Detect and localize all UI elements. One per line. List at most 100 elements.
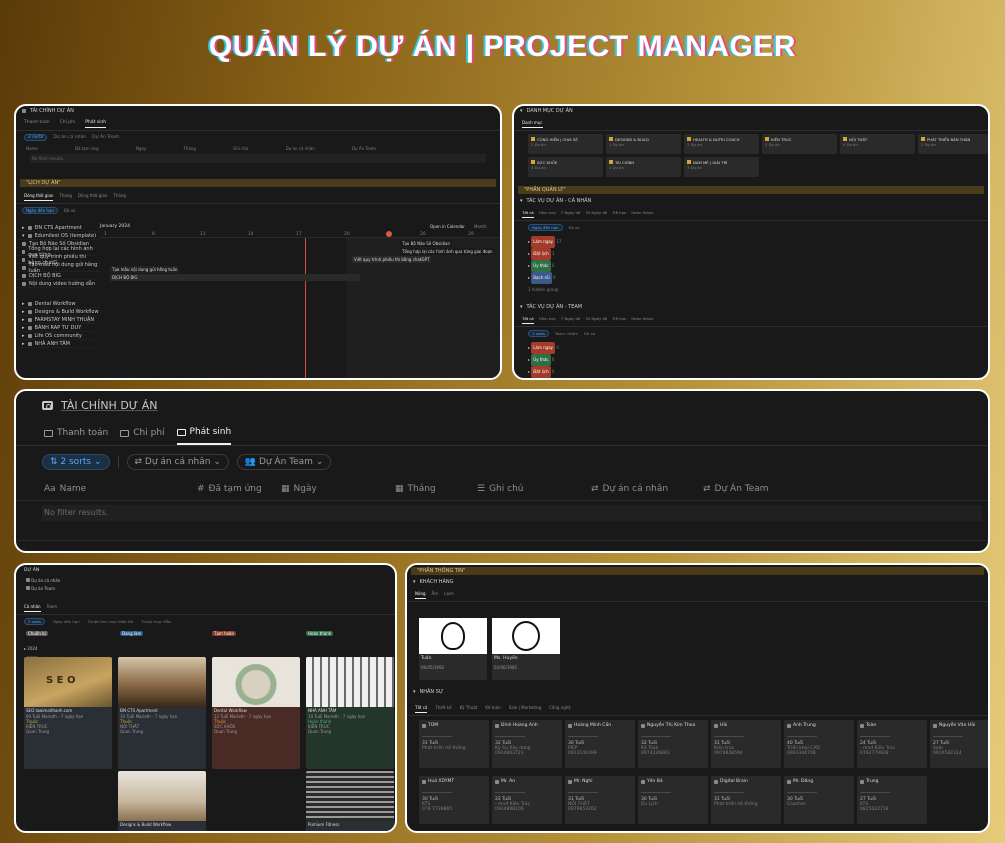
group-lam-ngay[interactable]: ▸ Làm ngay 17 (528, 236, 974, 248)
project-card[interactable]: NHÀ ANH TÂM 10 Tuổi Marieth - 7 ngày hạn… (306, 657, 394, 769)
category-card[interactable]: HEALTH & NUTRI COACH 2 Dự án (684, 134, 759, 154)
category-card[interactable]: DESIGNS & BUILD 1 Dự án (606, 134, 681, 154)
template-filter[interactable]: Thuộc mục Mẫu (141, 619, 171, 624)
sort-chip[interactable]: ⇅ 2 sorts ⌄ (42, 454, 110, 470)
tab-all[interactable]: Tất cả (522, 208, 534, 218)
view-timeline[interactable]: Dòng thời gian (24, 191, 54, 201)
due-filter[interactable]: Ngày đến hạn (53, 619, 80, 624)
tab-warm[interactable]: Ấm (432, 589, 439, 599)
tab-thanh-toan[interactable]: Thanh toán (24, 118, 50, 128)
tab-30-days[interactable]: 30 Ngày tới (585, 314, 607, 324)
sort-chip[interactable]: 2 sorts (24, 134, 48, 141)
col-date[interactable]: ▦ Ngày (281, 484, 395, 494)
link-personal-projects[interactable]: Dự án cá nhân (26, 577, 385, 585)
group-dat-lich[interactable]: ▸ Đặt lịch 1 (528, 248, 974, 260)
staff-card[interactable]: Mr. Nghi 31 Tuổi NỘI THẤT 0979853262 (565, 776, 635, 824)
timeline-group[interactable]: ▸ BÁNH RAP TƯ DUY (16, 324, 100, 332)
tab-engineering[interactable]: Kỹ Thuật (460, 703, 478, 713)
timeline-bar[interactable]: Tạo Bộ Não Số Obsidian (400, 240, 453, 247)
group-uy-thac[interactable]: ▸ Ủy thác 0 (528, 354, 974, 366)
column-on-hold[interactable]: Tạm hoãn (212, 631, 237, 636)
timeline-group[interactable]: ▸ Life OS community (16, 332, 100, 340)
tab-all[interactable]: Tất cả (522, 314, 534, 324)
tab-phat-sinh[interactable]: Phát sinh (176, 424, 232, 445)
project-card[interactable]: Pumium Fitness (306, 771, 394, 831)
due-date-filter[interactable]: Ngày đến hạn (22, 207, 58, 214)
tab-accounting[interactable]: Kế toán (485, 703, 500, 713)
link-team-projects[interactable]: Dự án Team (26, 585, 385, 593)
open-calendar-button[interactable]: Open in Calendar (430, 224, 465, 229)
staff-card[interactable]: TOM 31 Tuổi Phát triển hệ thống (419, 720, 489, 768)
sort-chip[interactable]: 2 sorts (24, 618, 45, 625)
col-name[interactable]: Aa Name (44, 484, 197, 494)
tab-30-days[interactable]: 30 Ngày tới (585, 208, 607, 218)
category-card[interactable]: TÀI CHÍNH 4 Dự án (606, 157, 681, 177)
staff-card[interactable]: Trung 27 Tuổi KTS 0815022718 (857, 776, 927, 824)
category-card[interactable]: ĐAM MÊ | GIẢI TRÍ 3 Dự án (684, 157, 759, 177)
filter-team[interactable]: 👥 Dự Án Team ⌄ (236, 454, 332, 470)
staff-card[interactable]: Digital Brain 31 Tuổi Phát triển hệ thống (711, 776, 781, 824)
staff-card[interactable]: Huá XDYMT 30 Tuổi KTS 078 7739865 (419, 776, 489, 824)
project-card[interactable]: S E O SEO lawimaithanh.com 60 Tuổi Marie… (24, 657, 112, 769)
timeline-group[interactable]: ▸ Designs & Build Workflow (16, 308, 100, 316)
column-completed[interactable]: Hoàn thành (306, 631, 334, 636)
tab-chi-phi[interactable]: Chi phí (120, 424, 165, 445)
due-date-chip[interactable]: Ngày đến hạn (528, 224, 563, 231)
timeline-item[interactable]: Tạo mẫu nội dung gửi hằng tuần (16, 262, 100, 274)
timeline-group[interactable]: ▾ Edumilest OS (template) (16, 232, 100, 240)
category-card[interactable]: KIẾN TRÚC 2 Dự án (762, 134, 837, 154)
staff-card[interactable]: Yến Bá 30 Tuổi Du Lịch (638, 776, 708, 824)
client-card[interactable]: Tuấn 06/05/1992 (419, 618, 487, 680)
sort-chip[interactable]: 1 sorts (528, 330, 549, 337)
tab-chi-phi[interactable]: Chi phí (60, 118, 76, 128)
staff-card[interactable]: Anh Trung 40 Tuổi Triển khai CAD 0903344708 (784, 720, 854, 768)
staff-card[interactable]: Nguyễn Thị Kim Thoa 32 Tuổi Kế Toán 0974226… (638, 720, 708, 768)
tab-cold[interactable]: Lạnh (444, 589, 454, 599)
filter-personal[interactable]: ⇄ Dự án cá nhân ⌄ (126, 454, 229, 470)
column-prepare[interactable]: Chuẩn bị (26, 631, 48, 636)
staff-card[interactable]: Đinh Hoàng Anh 32 Tuổi Kỹ Sư Xây dựng 09148… (492, 720, 562, 768)
timeline-group[interactable]: ▸ Dental Workflow (16, 300, 100, 308)
staff-card[interactable]: Mr. Đăng 30 Tuổi Coacher (784, 776, 854, 824)
timeline-item[interactable]: Nội dung video hướng dẫn (16, 280, 100, 288)
category-card[interactable]: PHÁT TRIỂN BẢN THÂN 2 Dự án (918, 134, 988, 154)
staff-card[interactable]: Hải 31 Tuổi Kiến trúc 0974848594 (711, 720, 781, 768)
staff-card[interactable]: Mr. An 22 Tuổi - mnđ Kiến Trúc 0914898106 (492, 776, 562, 824)
timeline-bar[interactable]: Viết quy trình phiếu thi bằng chatGPT (352, 256, 432, 263)
timeline-group[interactable]: ▸ ĐN CTS Apartment (16, 224, 100, 232)
tab-completed[interactable]: Hoàn thành (631, 314, 653, 324)
timeline-bar[interactable]: DỊCH BỘ BIG (110, 274, 360, 281)
hidden-groups[interactable]: 1 hidden group (528, 284, 974, 296)
tab-7-days[interactable]: 7 Ngày tới (561, 314, 581, 324)
staff-card[interactable]: Nguyễn Văn Hải 27 Tuổi Sale 0919582314 (930, 720, 988, 768)
tab-7-days[interactable]: 7 Ngày tới (561, 208, 581, 218)
col-advance[interactable]: # Đã tạm ứng (197, 484, 281, 494)
col-month[interactable]: ▦ Tháng (395, 484, 477, 494)
tab-danh-muc[interactable]: Danh mục (522, 118, 543, 128)
tab-today[interactable]: Hôm nay (539, 208, 556, 218)
tab-phat-sinh[interactable]: Phát sinh (85, 118, 107, 128)
view-month[interactable]: Tháng (59, 191, 72, 201)
done-filter[interactable]: Đã xo (584, 331, 595, 336)
view-timeline-2[interactable]: Dòng thời gian (78, 191, 107, 201)
column-in-progress[interactable]: Đang làm (120, 631, 144, 636)
tab-hot[interactable]: Nóng (415, 589, 426, 599)
staff-card[interactable]: Toàn 24 Tuổi - mnđ Kiến Trúc 0762779928 (857, 720, 927, 768)
timeline-bar[interactable]: Tổng hợp lại các hình ảnh qua từng giai … (400, 248, 495, 255)
category-card[interactable]: SỨC KHỎE 4 Dự án (528, 157, 603, 177)
tab-personal[interactable]: Cá nhân (24, 602, 41, 612)
group-uy-thac[interactable]: ▸ Ủy thác 0 (528, 260, 974, 272)
tab-technology[interactable]: Công nghệ (549, 703, 571, 713)
col-note[interactable]: ☰ Ghi chú (477, 484, 591, 494)
filter-personal[interactable]: Dự án cá nhân (53, 135, 86, 140)
col-team[interactable]: ⇄ Dự Án Team (703, 484, 823, 494)
view-month-2[interactable]: Tháng (113, 191, 126, 201)
timeline-group[interactable]: ▸ FARMSTAY MINH THUẬN (16, 316, 100, 324)
tab-all[interactable]: Tất cả (415, 703, 428, 713)
timeline-group[interactable]: ▸ NHÀ ANH TÂM (16, 340, 100, 348)
group-lam-ngay[interactable]: ▸ Làm ngay 0 (528, 342, 974, 354)
tab-design[interactable]: Thiết kế (435, 703, 451, 713)
done-filter[interactable]: Đã xo (64, 208, 76, 213)
tab-team[interactable]: Team (47, 602, 58, 612)
project-card[interactable]: Dental Workflow 12 Tuổi Marieth - 7 ngày… (212, 657, 300, 769)
